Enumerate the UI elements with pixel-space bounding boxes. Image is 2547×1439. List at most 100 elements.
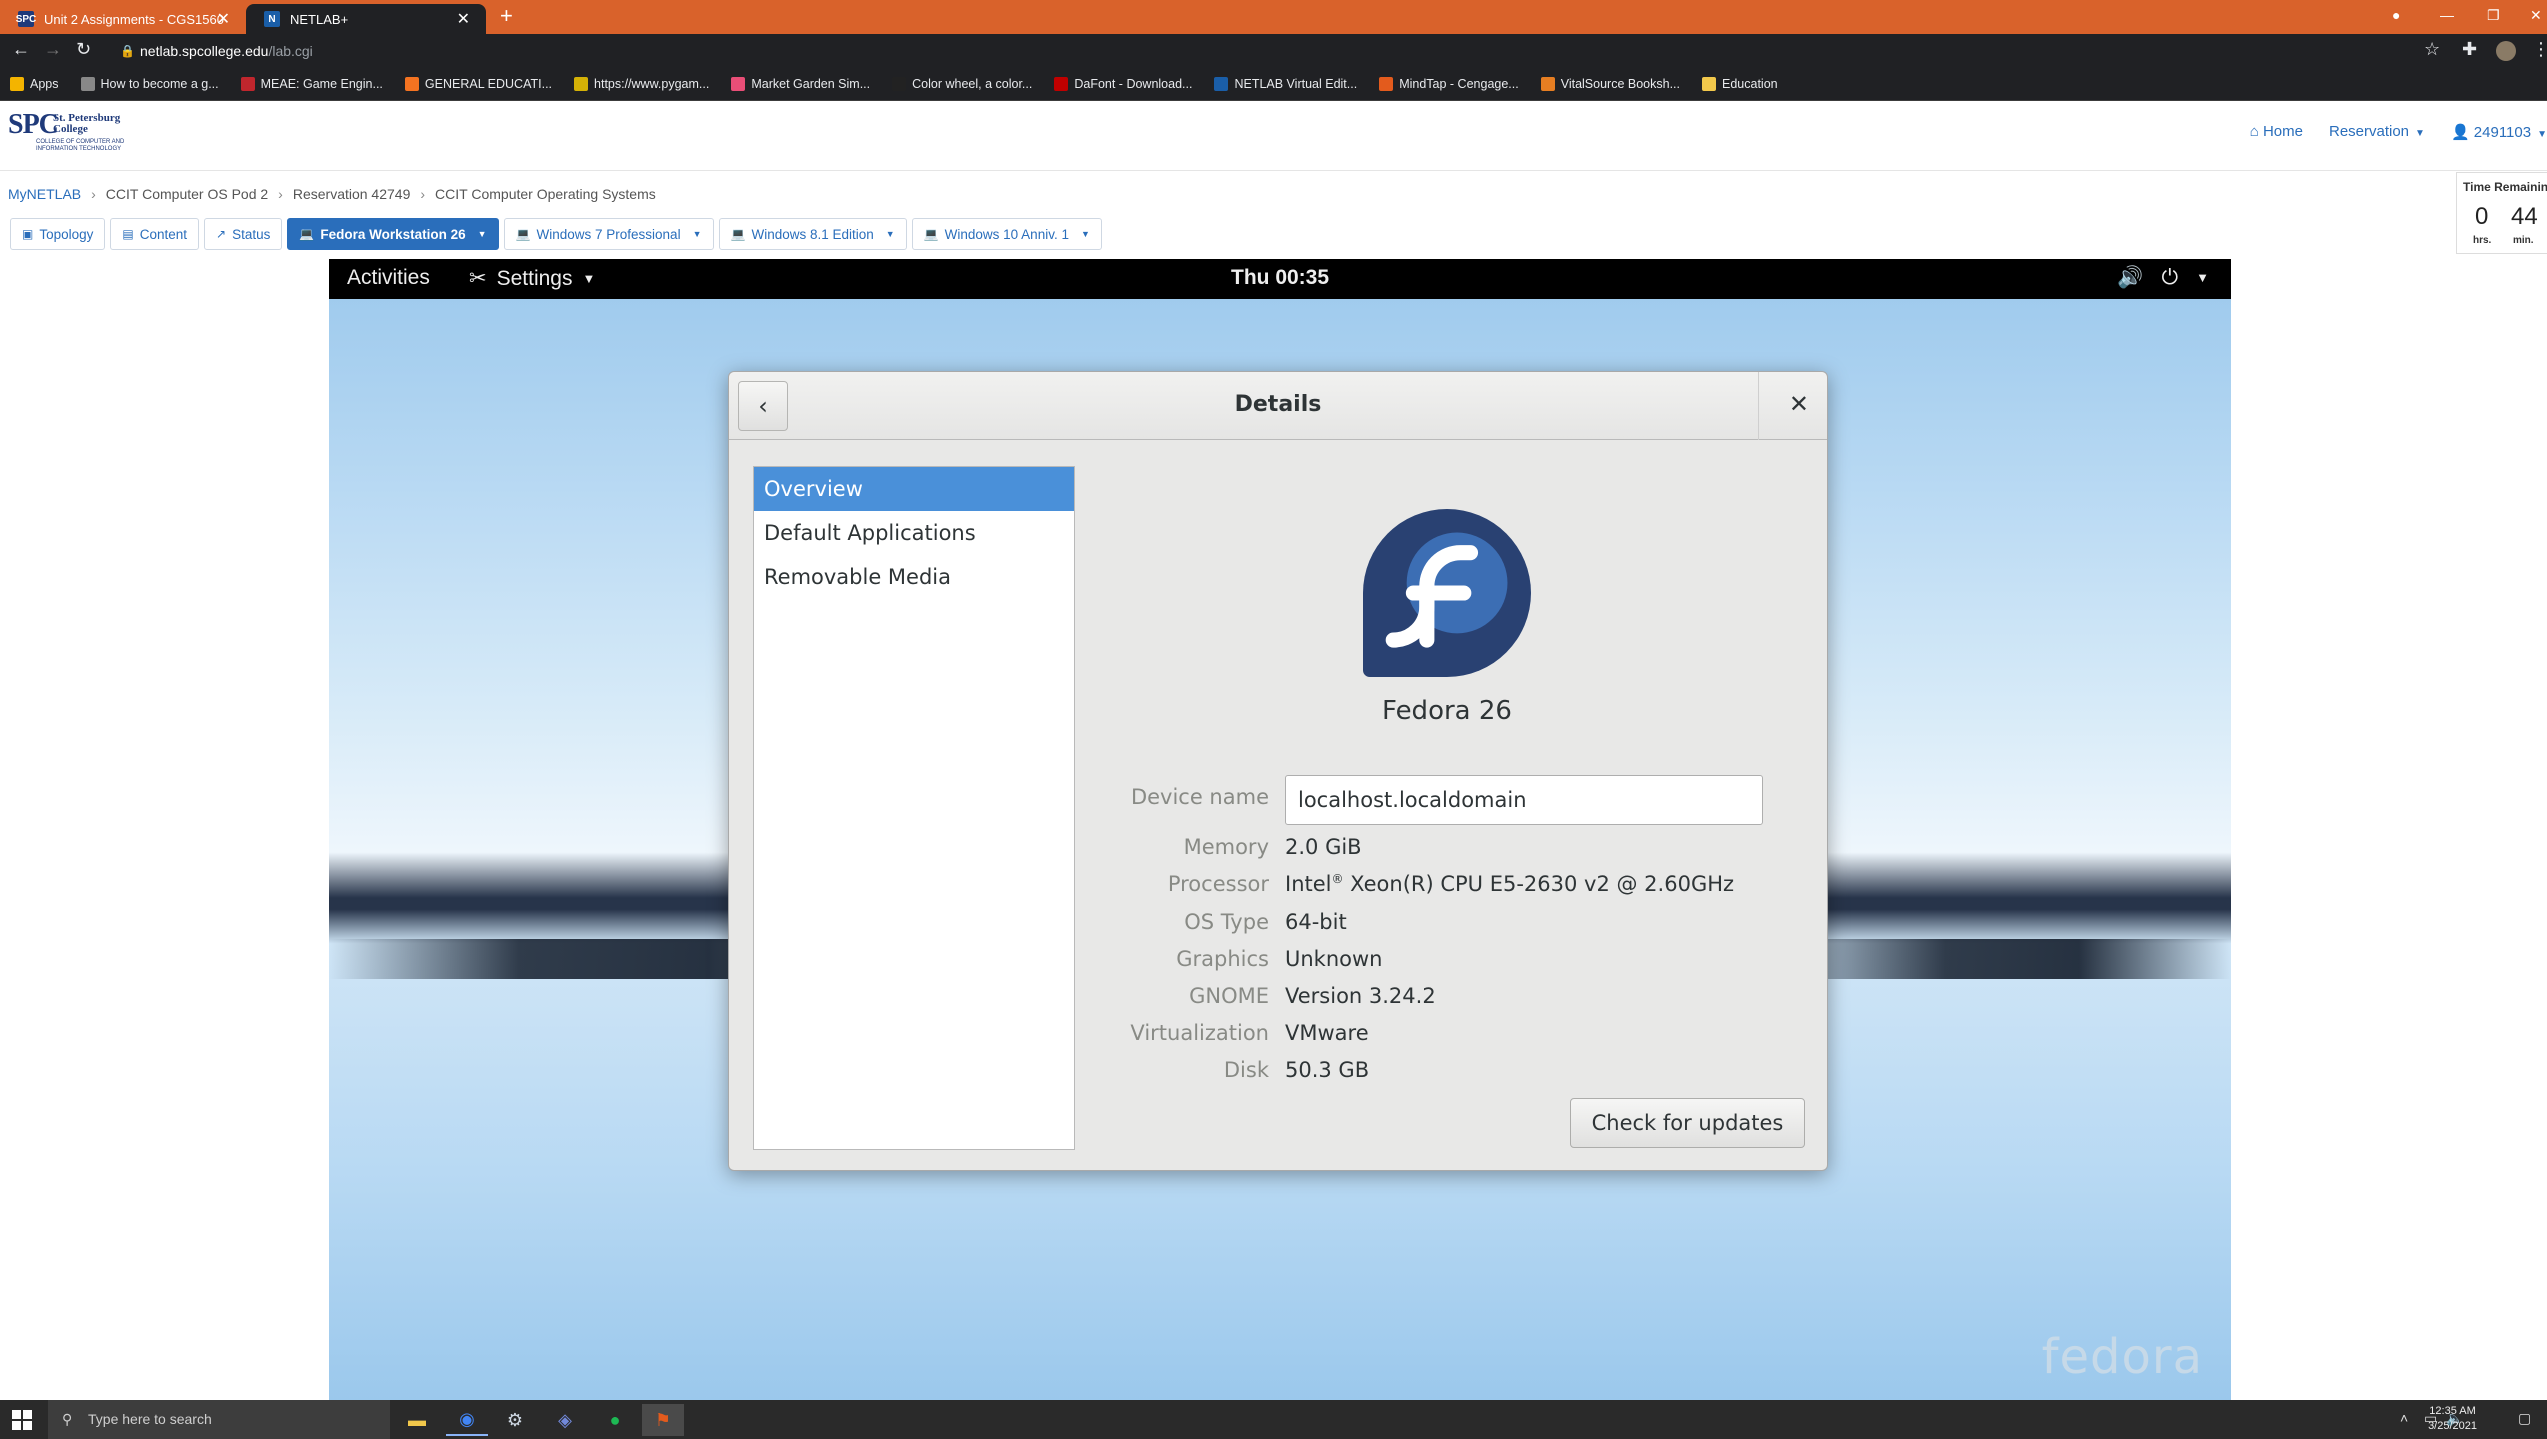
spotify-icon[interactable]: ● [594,1404,636,1436]
extensions-puzzle-icon[interactable]: ✚ [2462,39,2477,60]
maximize-icon[interactable]: ❐ [2487,7,2500,24]
bookmark-star-icon[interactable]: ☆ [2424,39,2440,60]
sidebar-item-default-applications[interactable]: Default Applications [754,511,1074,555]
address-bar-row: ← → ↻ 🔒 netlab.spcollege.edu/lab.cgi ☆ ✚… [0,34,2547,68]
bookmark-item[interactable]: VitalSource Booksh... [1540,77,1680,91]
check-for-updates-button[interactable]: Check for updates [1570,1098,1805,1148]
bookmark-label: Apps [30,77,59,91]
close-tab-icon[interactable]: ✕ [457,9,470,29]
caret-down-icon: ▼ [692,229,702,239]
vm-console[interactable]: fedora Activities ✂ Settings ▼ Thu 00:35… [329,259,2231,1400]
browser-tab-netlab[interactable]: N NETLAB+ ✕ [246,4,486,34]
pinned-app-icon[interactable]: ⚑ [642,1404,684,1436]
mindtap-icon [1379,77,1394,91]
system-menu[interactable]: 🔊 ⏻ ▼ [2117,266,2209,290]
bookmark-item[interactable]: Apps [10,77,59,91]
virtualization-value: VMware [1285,1021,1369,1045]
bookmark-item[interactable]: MEAE: Game Engin... [240,77,383,91]
url-path: /lab.cgi [268,43,313,59]
chrome-icon[interactable]: ◉ [446,1404,488,1436]
tab-status[interactable]: ↗ Status [204,218,283,250]
close-window-icon[interactable]: ✕ [2530,7,2542,24]
chart-icon: ↗ [216,227,227,241]
file-explorer-icon[interactable]: ▬ [396,1404,438,1436]
tray-clock[interactable]: 12:35 AM 3/25/2021 [2428,1404,2477,1434]
back-arrow-icon[interactable]: ← [12,39,30,60]
bookmarks-bar: Apps How to become a g... MEAE: Game Engin… [0,68,2547,101]
clock[interactable]: Thu 00:35 [1231,266,1329,290]
url-field[interactable]: 🔒 netlab.spcollege.edu/lab.cgi [120,40,2420,62]
windows-start-icon[interactable] [12,1410,32,1430]
breadcrumb: MyNETLAB › CCIT Computer OS Pod 2 › Rese… [8,186,656,202]
spc-favicon-icon: SPC [16,11,36,27]
bookmark-item[interactable]: NETLAB Virtual Edit... [1214,77,1357,91]
tab-windows-7[interactable]: 💻 Windows 7 Professional ▼ [503,218,714,250]
bookmark-item[interactable]: Color wheel, a color... [892,77,1032,91]
bookmark-label: NETLAB Virtual Edit... [1234,77,1358,91]
activities-button[interactable]: Activities [347,266,430,290]
virtualization-label: Virtualization [1130,1021,1269,1045]
tray-chevron-up-icon[interactable]: ˄ [2400,1410,2408,1426]
bookmark-item[interactable]: Education [1702,77,1778,91]
menu-kebab-icon[interactable]: ⋮ [2532,39,2547,60]
minimize-icon[interactable]: — [2440,7,2454,23]
processor-label: Processor [1167,872,1269,896]
search-placeholder: Type here to search [88,1411,212,1427]
steam-icon[interactable]: ⚙ [494,1404,536,1436]
taskbar-search[interactable]: ⚲ Type here to search [48,1400,390,1439]
bookmark-item[interactable]: GENERAL EDUCATI... [404,77,552,91]
os-name: Fedora 26 [1382,696,1512,726]
caret-down-icon: ▼ [1080,229,1090,239]
tab-topology[interactable]: ▣ Topology [10,218,106,250]
spc-logo[interactable]: SPC St. Petersburg College COLLEGE OF COM… [8,109,128,157]
caret-down-icon: ▼ [582,271,596,286]
new-tab-icon[interactable]: + [500,3,513,29]
dafont-icon [1054,77,1069,91]
bookmark-item[interactable]: MindTap - Cengage... [1379,77,1519,91]
tab-windows-81[interactable]: 💻 Windows 8.1 Edition ▼ [718,218,907,250]
bookmark-label: Market Garden Sim... [751,77,871,91]
bookmark-item[interactable]: How to become a g... [80,77,219,91]
reload-icon[interactable]: ↻ [76,39,91,60]
close-tab-icon[interactable]: ✕ [217,9,230,29]
home-link[interactable]: ⌂ Home [2250,123,2303,141]
forward-arrow-icon[interactable]: → [44,39,62,60]
header-separator [1758,372,1759,440]
bookmark-item[interactable]: DaFont - Download... [1054,77,1192,91]
gnome-label: GNOME [1189,984,1269,1008]
breadcrumb-mynetlab[interactable]: MyNETLAB [8,186,81,202]
tab-windows-10[interactable]: 💻 Windows 10 Anniv. 1 ▼ [911,218,1102,250]
close-icon: ✕ [1788,390,1809,418]
discord-icon[interactable]: ◈ [544,1404,586,1436]
browser-tab-unit2[interactable]: SPC Unit 2 Assignments - CGS1560 C ✕ [0,4,246,34]
settings-app-menu[interactable]: ✂ Settings ▼ [469,266,595,291]
netlab-header: SPC St. Petersburg College COLLEGE OF COM… [0,101,2547,171]
uf-icon [404,77,419,91]
user-menu[interactable]: 👤 2491103 ▼ [2451,123,2547,141]
bookmark-item[interactable]: Market Garden Sim... [731,77,870,91]
reservation-menu[interactable]: Reservation ▼ [2329,123,2425,141]
tab-title: NETLAB+ [290,11,349,27]
profile-avatar[interactable] [2496,41,2516,61]
search-icon: ⚲ [62,1411,73,1427]
tab-fedora-workstation[interactable]: 💻 Fedora Workstation 26 ▼ [287,218,499,250]
chevron-right-icon: › [420,186,426,202]
close-button[interactable]: ✕ [1789,390,1809,418]
notifications-icon[interactable]: ▢ [2518,1410,2531,1427]
breadcrumb-pod: CCIT Computer OS Pod 2 [105,186,269,202]
bookmark-label: Color wheel, a color... [912,77,1033,91]
bookmark-label: DaFont - Download... [1074,77,1193,91]
x-icon [80,77,95,91]
top-nav: ⌂ Home Reservation ▼ 👤 2491103 ▼ [2250,123,2547,141]
dialog-header: ‹ Details ✕ [729,372,1827,440]
circle-icon [731,77,746,91]
profile-record-icon[interactable]: ● [2392,7,2400,23]
bookmark-item[interactable]: https://www.pygam... [574,77,709,91]
disk-label: Disk [1223,1058,1269,1082]
tab-content[interactable]: ▤ Content [110,218,200,250]
sidebar-item-removable-media[interactable]: Removable Media [754,555,1074,599]
tray-time: 12:35 AM [2429,1405,2476,1417]
device-name-field[interactable]: localhost.localdomain [1285,775,1763,825]
bookmark-label: Education [1722,77,1778,91]
sidebar-item-overview[interactable]: Overview [754,467,1074,511]
